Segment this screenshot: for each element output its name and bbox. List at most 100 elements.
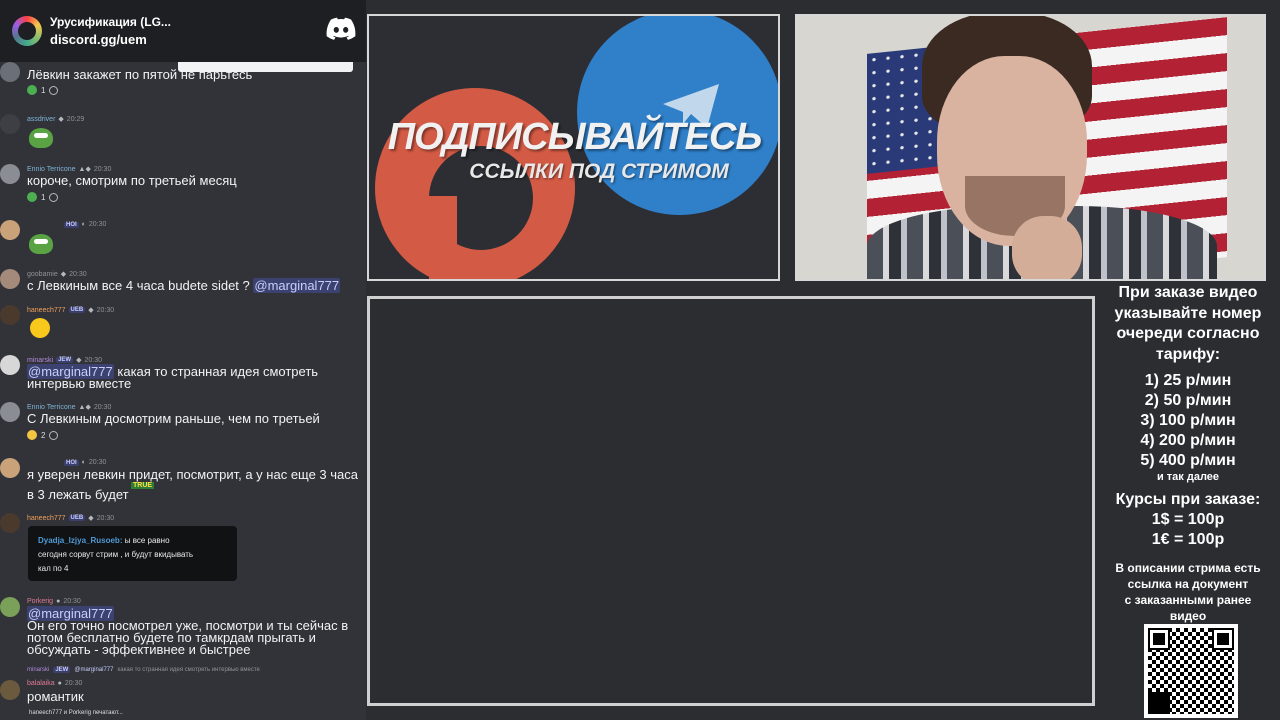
user-tag: UEB xyxy=(68,515,86,521)
user-badge-icon: ▲◆ xyxy=(78,166,91,173)
screaming-face-emote-icon xyxy=(30,318,50,338)
add-reaction-icon[interactable] xyxy=(49,430,59,440)
user-badge-icon: ◆ xyxy=(60,271,67,278)
reply-username: minarski xyxy=(27,667,50,673)
add-reaction-icon[interactable] xyxy=(49,85,59,95)
username[interactable]: Porkerig xyxy=(27,598,53,605)
avatar xyxy=(0,114,20,134)
webcam-feed xyxy=(795,14,1266,281)
user-badge-icon: ● xyxy=(56,598,61,605)
pepe-reaction-icon xyxy=(27,85,37,95)
message-text-line-2: в 3 лежать будет xyxy=(27,487,129,502)
user-tag: UEB xyxy=(68,307,86,313)
user-badge-icon: ◐ xyxy=(81,221,86,228)
pepe-emote-icon xyxy=(29,234,53,254)
rate-eur: 1€ = 100р xyxy=(1151,531,1225,548)
reply-text: какая то странная идея смотреть интервью… xyxy=(117,667,260,673)
timestamp: 20:29 xyxy=(66,115,85,123)
message-text: с Левкиным все 4 часа budete sidet ? @ma… xyxy=(27,278,341,293)
message-text: С Левкиным досмотрим раньше, чем по трет… xyxy=(27,411,320,426)
tariff-item: 1) 25 р/мин xyxy=(1144,372,1232,389)
user-badge-icon: ◆ xyxy=(76,357,82,364)
timestamp: 20:30 xyxy=(96,306,115,314)
username[interactable]: Ennio Terricone xyxy=(27,404,76,411)
avatar xyxy=(0,164,20,184)
reaction[interactable]: 2 xyxy=(27,430,45,440)
user-badge-icon: ● xyxy=(57,680,62,687)
user-mention[interactable]: @marginal777 xyxy=(253,278,341,293)
avatar xyxy=(0,513,20,533)
timestamp: 20:30 xyxy=(88,459,107,466)
user-badge-icon: ◆ xyxy=(58,116,64,123)
tariff-list: 1) 25 р/мин 2) 50 р/мин 3) 100 р/мин 4) … xyxy=(1100,371,1276,483)
promo-subtitle: ССЫЛКИ ПОД СТРИМОМ xyxy=(469,160,729,183)
timestamp: 20:30 xyxy=(88,221,107,228)
reaction[interactable]: 1 xyxy=(27,85,45,95)
qr-code xyxy=(1144,624,1238,718)
avatar xyxy=(0,402,20,422)
timestamp: 20:30 xyxy=(96,514,115,522)
avatar xyxy=(0,269,20,289)
username[interactable]: balalaika xyxy=(27,680,55,687)
message-text-line-3: обсуждать - эффективнее и быстрее xyxy=(27,642,251,657)
user-tag: HOI xyxy=(64,459,79,466)
username[interactable]: goobamie xyxy=(27,271,58,278)
typing-indicator: haneech777 и Porkerig печатают... xyxy=(29,710,123,716)
promo-title: ПОДПИСЫВАЙТЕСЬ xyxy=(387,116,763,158)
timestamp: 20:30 xyxy=(93,403,112,411)
user-tag: JEW xyxy=(56,357,74,363)
order-info-panel: При заказе видео указывайте номер очеред… xyxy=(1100,283,1276,624)
username[interactable]: haneech777 xyxy=(27,515,66,522)
message-text: короче, смотрим по третьей месяц xyxy=(27,173,237,188)
order-instructions: При заказе видео указывайте номер очеред… xyxy=(1114,284,1262,363)
username[interactable]: Ennio Terricone xyxy=(27,166,76,173)
avatar xyxy=(0,680,20,700)
embed-text: ы все равно xyxy=(124,536,170,545)
message-text: я уверен левкин придет, посмотрит, а у н… xyxy=(27,467,359,482)
timestamp: 20:30 xyxy=(84,356,102,364)
video-player-area xyxy=(367,296,1095,706)
pepe-emote-icon xyxy=(29,128,53,148)
discord-chat-overlay: Урусификация (LG... discord.gg/uem Лёвки… xyxy=(0,0,366,720)
crying-reaction-icon xyxy=(27,430,37,440)
user-badge-icon: ▲◆ xyxy=(78,404,91,411)
add-reaction-icon[interactable] xyxy=(49,192,59,202)
embed-text: сегодня сорвут стрим , и будут вкидывать xyxy=(38,550,194,559)
avatar xyxy=(0,62,20,82)
timestamp: 20:30 xyxy=(63,598,81,605)
tariff-item: 4) 200 р/мин xyxy=(1140,432,1236,449)
avatar xyxy=(0,220,20,240)
server-invite-link[interactable]: discord.gg/uem xyxy=(50,31,171,48)
tariff-item: 3) 100 р/мин xyxy=(1140,412,1236,429)
reply-mention: @marginal777 xyxy=(74,667,114,673)
username[interactable]: assdriver xyxy=(27,116,55,123)
discord-logo-icon xyxy=(326,17,356,40)
avatar xyxy=(0,597,20,617)
reply-reference[interactable]: minarski JEW @marginal777 какая то стран… xyxy=(27,667,260,673)
reaction[interactable]: 1 xyxy=(27,192,45,202)
avatar xyxy=(0,355,20,375)
tariff-more: и так далее xyxy=(1156,471,1220,483)
discord-server-widget[interactable]: Урусификация (LG... discord.gg/uem xyxy=(0,0,366,62)
user-badge-icon: ◐ xyxy=(81,459,86,466)
tariff-item: 2) 50 р/мин xyxy=(1144,392,1232,409)
username[interactable]: minarski xyxy=(27,357,53,364)
username[interactable]: haneech777 xyxy=(27,307,66,314)
timestamp: 20:30 xyxy=(93,165,112,173)
server-icon xyxy=(12,16,42,46)
rate-usd: 1$ = 100р xyxy=(1151,511,1225,528)
pepe-reaction-icon xyxy=(27,192,37,202)
header-progress-bar xyxy=(178,62,353,72)
server-name: Урусификация (LG... xyxy=(50,15,171,29)
embed-text: кал по 4 xyxy=(38,564,69,573)
user-badge-icon: ◆ xyxy=(88,515,94,522)
user-tag: HOI xyxy=(64,221,79,228)
quoted-message-embed: Dyadja_Izjya_Rusoeb: ы все равно сегодня… xyxy=(28,526,237,581)
avatar xyxy=(0,305,20,325)
embed-author[interactable]: Dyadja_Izjya_Rusoeb: xyxy=(38,536,122,545)
timestamp: 20:30 xyxy=(64,680,83,687)
message-text-line-2: интервью вместе xyxy=(27,376,132,391)
rates-title: Курсы при заказе: xyxy=(1115,491,1261,508)
true-emote: TRUE xyxy=(131,482,155,489)
subscribe-promo-panel: ПОДПИСЫВАЙТЕСЬ ССЫЛКИ ПОД СТРИМОМ xyxy=(367,14,780,281)
